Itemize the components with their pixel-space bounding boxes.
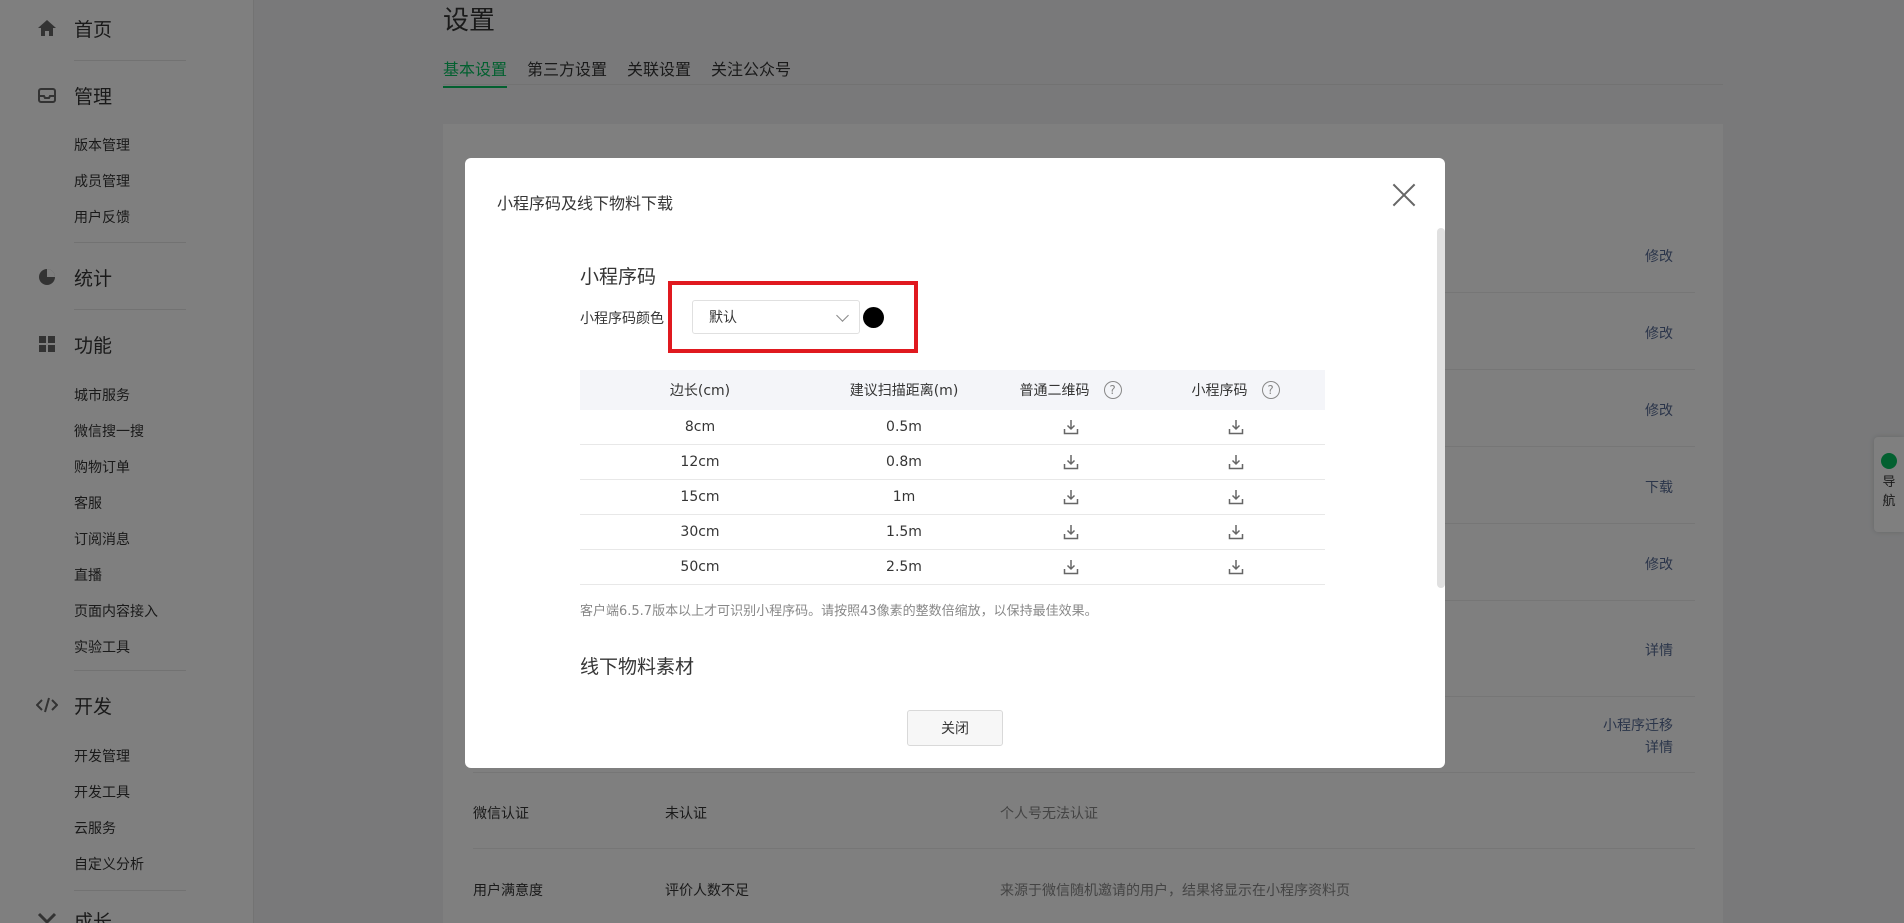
cell-scan-distance: 1m [892,489,916,505]
section-title-offline-materials: 线下物料素材 [580,656,695,678]
table-row: 8cm 0.5m [580,410,1325,445]
qrcode-download-cell [988,454,1153,470]
header-qrcode: 普通二维码 ? [988,380,1153,400]
download-icon[interactable] [1228,454,1244,470]
header-miniprogram-code-label: 小程序码 [1191,383,1248,399]
qrcode-download-cell [988,419,1153,435]
table-row: 50cm 2.5m [580,550,1325,585]
qrcode-download-cell [988,524,1153,540]
table-header: 边长(cm) 建议扫描距离(m) 普通二维码 ? 小程序码 ? [580,370,1325,410]
cell-scan-distance: 1.5m [886,524,922,540]
download-icon[interactable] [1063,489,1079,505]
miniprogram-code-download-cell [1153,419,1318,435]
download-icon[interactable] [1063,454,1079,470]
cell-side-length: 12cm [680,454,720,470]
header-qrcode-label: 普通二维码 [1019,383,1090,399]
cell-scan-distance: 0.5m [886,419,922,435]
cell-scan-distance: 2.5m [886,559,922,575]
highlight-box [668,281,918,353]
header-miniprogram-code: 小程序码 ? [1153,380,1318,400]
table-row: 15cm 1m [580,480,1325,515]
close-button[interactable]: 关闭 [907,710,1003,746]
header-side-length: 边长(cm) [669,383,731,399]
version-note: 客户端6.5.7版本以上才可识别小程序码。请按照43像素的整数倍缩放，以保持最佳… [580,604,1098,619]
cell-side-length: 30cm [680,524,720,540]
miniprogram-code-download-cell [1153,559,1318,575]
header-scan-distance: 建议扫描距离(m) [849,383,959,399]
size-table: 边长(cm) 建议扫描距离(m) 普通二维码 ? 小程序码 ? 8cm 0.5m 1… [580,370,1325,585]
close-icon[interactable] [1391,182,1417,208]
cell-scan-distance: 0.8m [886,454,922,470]
cell-side-length: 15cm [680,489,720,505]
download-icon[interactable] [1063,419,1079,435]
help-icon[interactable]: ? [1103,381,1122,399]
qrcode-download-dialog: 小程序码及线下物料下载 小程序码 小程序码颜色 默认 边长(cm) 建议扫描距离… [465,158,1445,768]
dialog-title: 小程序码及线下物料下载 [497,194,674,213]
cell-side-length: 8cm [684,419,716,435]
download-icon[interactable] [1063,559,1079,575]
miniprogram-code-download-cell [1153,454,1318,470]
download-icon[interactable] [1228,524,1244,540]
qrcode-download-cell [988,559,1153,575]
miniprogram-code-download-cell [1153,524,1318,540]
download-icon[interactable] [1063,524,1079,540]
dialog-scrollbar[interactable] [1437,228,1445,588]
table-row: 12cm 0.8m [580,445,1325,480]
cell-side-length: 50cm [680,559,720,575]
miniprogram-code-download-cell [1153,489,1318,505]
help-icon[interactable]: ? [1261,381,1280,399]
download-icon[interactable] [1228,559,1244,575]
qrcode-download-cell [988,489,1153,505]
section-title-miniprogram-code: 小程序码 [580,266,657,288]
color-label: 小程序码颜色 [580,311,664,327]
table-row: 30cm 1.5m [580,515,1325,550]
download-icon[interactable] [1228,489,1244,505]
download-icon[interactable] [1228,419,1244,435]
